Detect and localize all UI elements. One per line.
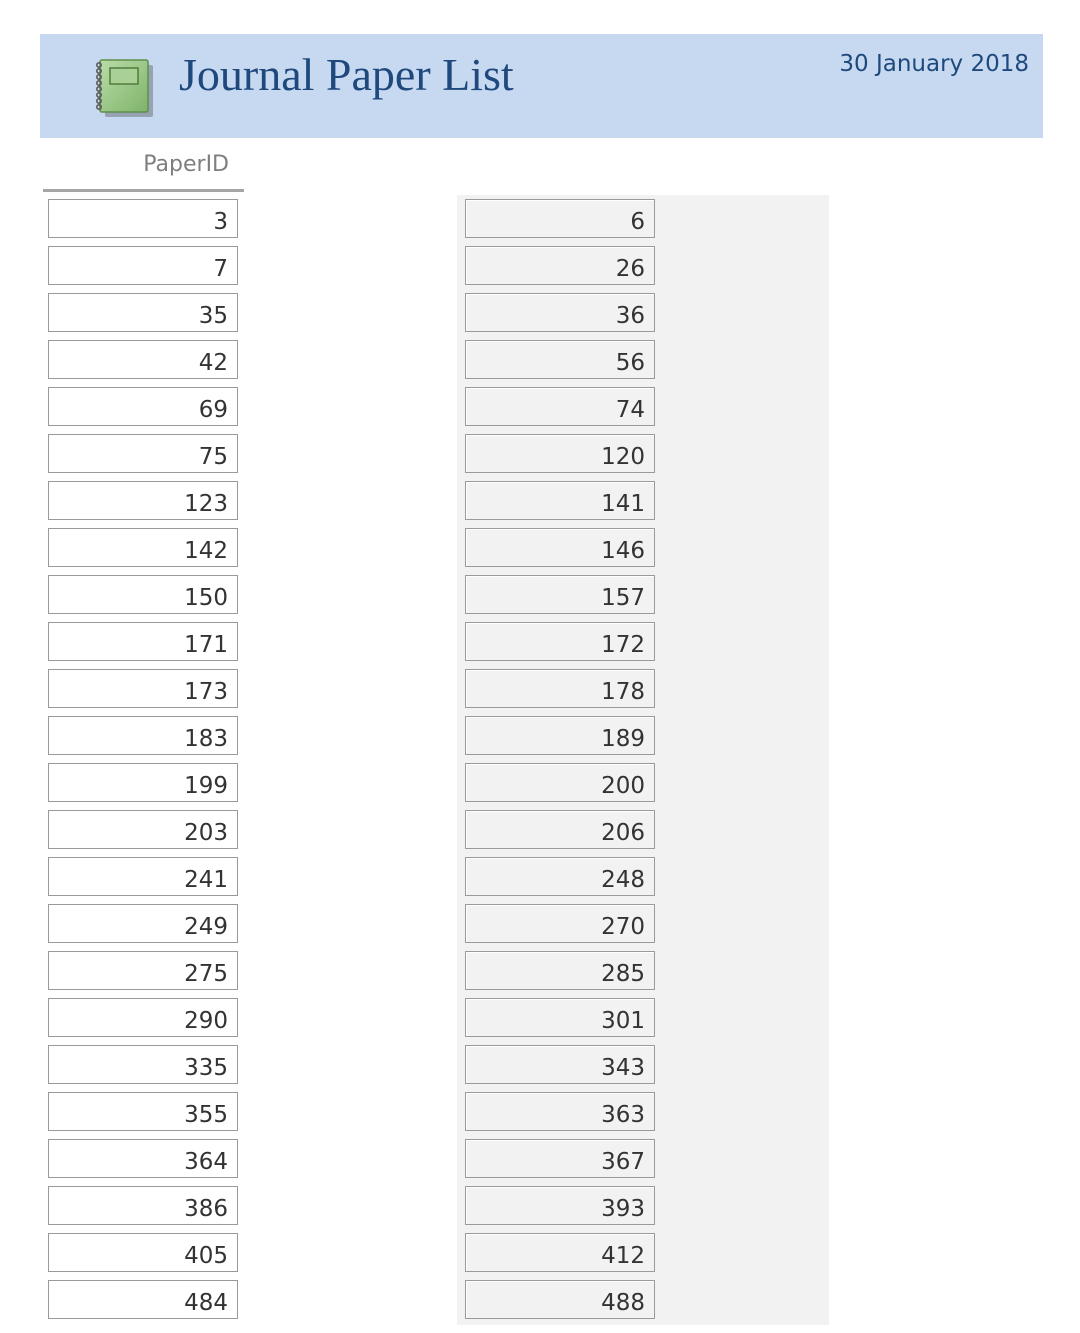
paperid-field[interactable]: 157 <box>465 575 655 614</box>
paperid-field[interactable]: 150 <box>48 575 238 614</box>
paperid-field[interactable]: 393 <box>465 1186 655 1225</box>
paperid-field[interactable]: 7 <box>48 246 238 285</box>
paperid-field[interactable]: 364 <box>48 1139 238 1178</box>
paperid-field[interactable]: 355 <box>48 1092 238 1131</box>
paperid-field[interactable]: 301 <box>465 998 655 1037</box>
paperid-field[interactable]: 248 <box>465 857 655 896</box>
report-title: Journal Paper List <box>179 49 514 100</box>
paperid-field[interactable]: 241 <box>48 857 238 896</box>
paperid-field[interactable]: 335 <box>48 1045 238 1084</box>
paperid-field[interactable]: 3 <box>48 199 238 238</box>
report-date: 30 January 2018 <box>839 51 1029 77</box>
paperid-field[interactable]: 199 <box>48 763 238 802</box>
paperid-field[interactable]: 171 <box>48 622 238 661</box>
paperid-field[interactable]: 488 <box>465 1280 655 1319</box>
paperid-field[interactable]: 56 <box>465 340 655 379</box>
paperid-field[interactable]: 26 <box>465 246 655 285</box>
paperid-field[interactable]: 343 <box>465 1045 655 1084</box>
paperid-field[interactable]: 178 <box>465 669 655 708</box>
notebook-icon <box>95 59 153 117</box>
paperid-field[interactable]: 200 <box>465 763 655 802</box>
paperid-field[interactable]: 172 <box>465 622 655 661</box>
paperid-field[interactable]: 290 <box>48 998 238 1037</box>
paperid-field[interactable]: 206 <box>465 810 655 849</box>
paperid-field[interactable]: 36 <box>465 293 655 332</box>
paperid-field[interactable]: 74 <box>465 387 655 426</box>
paperid-column-right: 6 26 36 56 74 120 141 146 157 172 178 189 200 206 248 2… <box>457 195 829 1325</box>
paperid-field[interactable]: 249 <box>48 904 238 943</box>
column-header-label: PaperID <box>143 152 229 177</box>
paperid-field[interactable]: 69 <box>48 387 238 426</box>
paperid-field[interactable]: 412 <box>465 1233 655 1272</box>
paperid-field[interactable]: 42 <box>48 340 238 379</box>
paperid-field[interactable]: 405 <box>48 1233 238 1272</box>
paperid-field[interactable]: 484 <box>48 1280 238 1319</box>
paperid-field[interactable]: 183 <box>48 716 238 755</box>
paperid-field[interactable]: 275 <box>48 951 238 990</box>
paperid-field[interactable]: 270 <box>465 904 655 943</box>
paperid-field[interactable]: 363 <box>465 1092 655 1131</box>
paperid-field[interactable]: 141 <box>465 481 655 520</box>
paperid-field[interactable]: 189 <box>465 716 655 755</box>
paperid-field[interactable]: 35 <box>48 293 238 332</box>
paperid-field[interactable]: 146 <box>465 528 655 567</box>
report-header: Journal Paper List 30 January 2018 <box>40 34 1043 138</box>
paperid-field[interactable]: 123 <box>48 481 238 520</box>
column-header-paperid[interactable]: PaperID <box>43 150 244 192</box>
paperid-field[interactable]: 285 <box>465 951 655 990</box>
paperid-field[interactable]: 386 <box>48 1186 238 1225</box>
paperid-field[interactable]: 367 <box>465 1139 655 1178</box>
paperid-field[interactable]: 6 <box>465 199 655 238</box>
paperid-field[interactable]: 173 <box>48 669 238 708</box>
paperid-field[interactable]: 120 <box>465 434 655 473</box>
paperid-field[interactable]: 142 <box>48 528 238 567</box>
paperid-field[interactable]: 75 <box>48 434 238 473</box>
paperid-field[interactable]: 203 <box>48 810 238 849</box>
